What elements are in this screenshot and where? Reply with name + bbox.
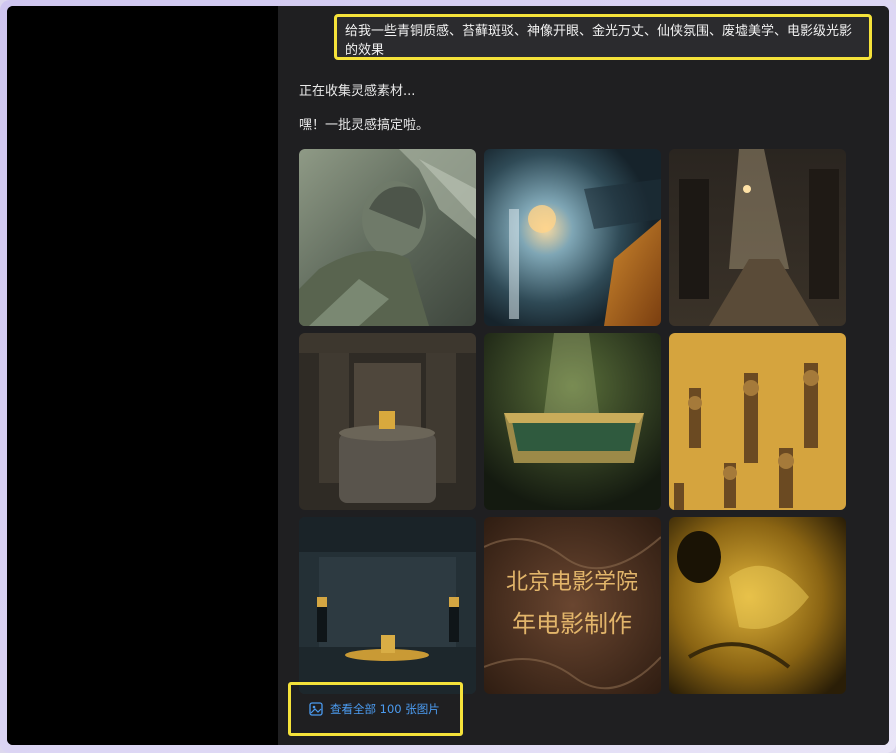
light-portal-image[interactable] [484, 149, 661, 326]
screenshot-frame: 给我一些青铜质感、苔藓斑驳、神像开眼、金光万丈、仙侠氛围、废墟美学、电影级光影的… [0, 0, 896, 753]
calligraphy-line-2: 年电影制作 [512, 610, 632, 638]
golden-smoke-image[interactable] [669, 517, 846, 694]
user-message: 给我一些青铜质感、苔藓斑驳、神像开眼、金光万丈、仙侠氛围、废墟美学、电影级光影的… [334, 14, 872, 60]
status-done-text: 嘿！一批灵感搞定啦。 [299, 118, 430, 133]
sidebar [7, 6, 278, 745]
bronze-statue-image[interactable] [299, 149, 476, 326]
golden-pillars-image[interactable] [669, 333, 846, 510]
ruins-corridor-image[interactable] [669, 149, 846, 326]
status-collecting-text: 正在收集灵感素材... [299, 84, 416, 99]
view-all-images-button[interactable]: 查看全部 100 张图片 [288, 682, 463, 736]
jade-basin-image[interactable] [484, 333, 661, 510]
app-window: 给我一些青铜质感、苔藓斑驳、神像开眼、金光万丈、仙侠氛围、废墟美学、电影级光影的… [7, 6, 889, 745]
bronze-hall-image[interactable] [299, 517, 476, 694]
chat-panel: 给我一些青铜质感、苔藓斑驳、神像开眼、金光万丈、仙侠氛围、废墟美学、电影级光影的… [278, 6, 889, 745]
calligraphy-soil-image[interactable]: 北京电影学院 年电影制作 [484, 517, 661, 694]
image-icon [309, 702, 323, 716]
calligraphy-line-1: 北京电影学院 [506, 570, 638, 595]
view-all-label: 查看全部 100 张图片 [330, 702, 440, 716]
image-gallery: 北京电影学院 年电影制作 [299, 149, 846, 694]
temple-altar-image[interactable] [299, 333, 476, 510]
